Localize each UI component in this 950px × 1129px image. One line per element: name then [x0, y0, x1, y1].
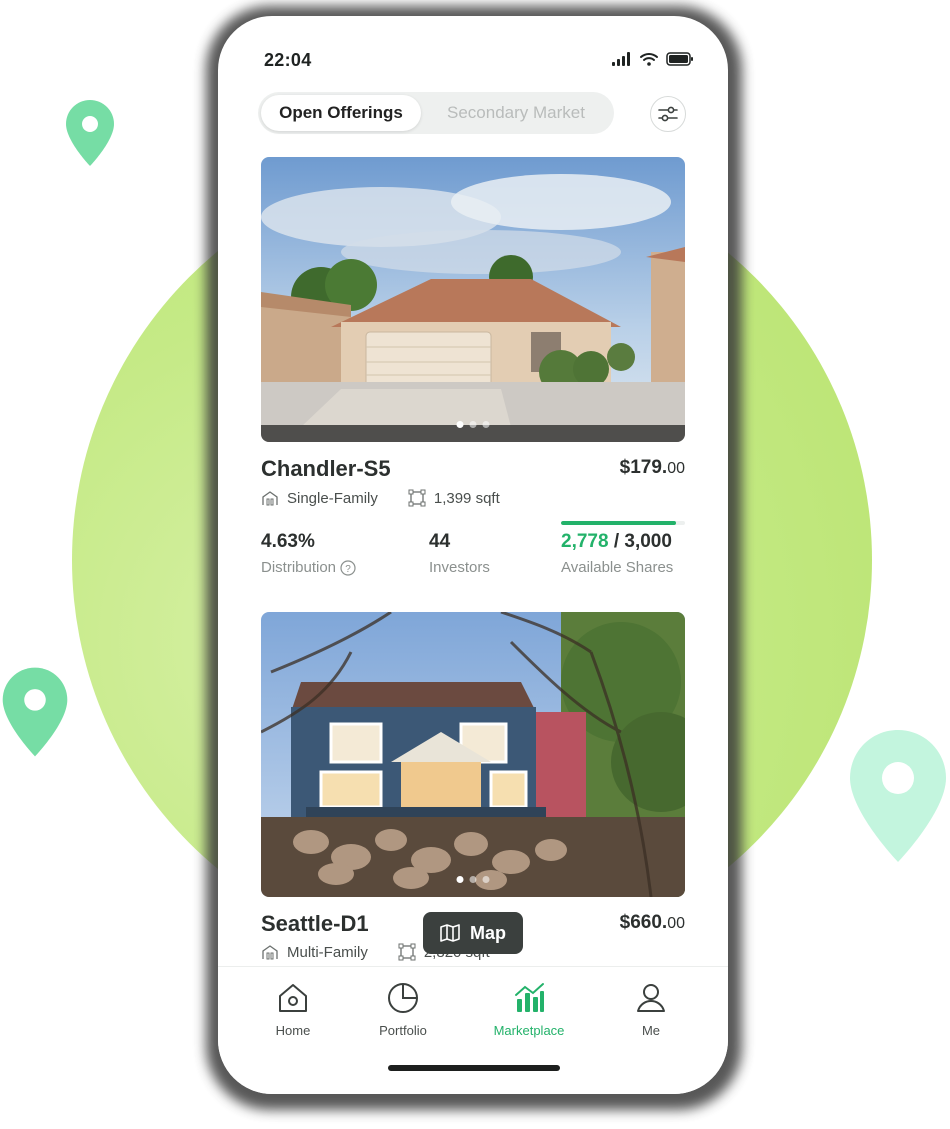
map-button[interactable]: Map: [423, 912, 523, 954]
listing-meta: Single-Family 1,399 sqft: [261, 489, 530, 507]
listing-price: $179.00: [620, 457, 685, 479]
investors-stat: 44 Investors: [429, 531, 490, 576]
shares-stat: 2,778 / 3,000 Available Shares: [561, 531, 673, 576]
property-type: Multi-Family: [287, 943, 368, 961]
map-button-label: Map: [470, 922, 506, 943]
pager-dot[interactable]: [456, 876, 464, 883]
phone-screen: 22:04 Open Offerings Secondary Market Ch…: [218, 16, 728, 1094]
listing-card[interactable]: Chandler-S5 $179.00 Single-Family 1,399: [261, 157, 685, 576]
pager-dot[interactable]: [456, 421, 464, 428]
location-pin-icon: [0, 664, 70, 760]
listing-photo[interactable]: [261, 157, 685, 442]
tab-portfolio-label: Portfolio: [379, 1023, 427, 1038]
user-icon: [637, 984, 665, 1012]
area-icon: [398, 943, 416, 961]
tab-me[interactable]: Me: [606, 981, 696, 1038]
status-time: 22:04: [264, 50, 312, 70]
tab-home[interactable]: Home: [248, 981, 338, 1038]
investors-label: Investors: [429, 559, 490, 576]
area-icon: [408, 489, 426, 507]
shares-progress-fill: [561, 521, 676, 525]
filter-button[interactable]: [650, 96, 686, 132]
tab-secondary-market[interactable]: Secondary Market: [421, 95, 611, 131]
tab-marketplace-label: Marketplace: [493, 1023, 565, 1038]
location-pin-icon: [846, 726, 950, 866]
shares-progress-bar: [561, 521, 685, 525]
investors-value: 44: [429, 531, 451, 552]
price-whole: $660.: [619, 912, 668, 933]
svg-text:?: ?: [345, 564, 351, 575]
building-icon: [262, 945, 278, 960]
tab-open-offerings[interactable]: Open Offerings: [261, 95, 421, 131]
price-whole: $179.: [619, 457, 668, 478]
distribution-value: 4.63%: [261, 531, 315, 552]
pager-dot[interactable]: [469, 876, 477, 883]
photo-pager[interactable]: [456, 876, 490, 883]
house-photo-image: [261, 612, 685, 897]
available-shares-label: Available Shares: [561, 559, 674, 576]
listing-price: $660.00: [620, 912, 685, 934]
total-shares: / 3,000: [613, 531, 672, 552]
distribution-label: Distribution: [261, 559, 337, 576]
location-pin-icon: [64, 98, 116, 168]
distribution-stat: 4.63% Distribution ?: [261, 531, 356, 576]
price-cents: 00: [667, 460, 685, 477]
listing-name: Chandler-S5: [261, 456, 391, 481]
map-icon: [440, 924, 460, 942]
tab-me-label: Me: [641, 1023, 661, 1038]
tab-portfolio[interactable]: Portfolio: [358, 981, 448, 1038]
pager-dot[interactable]: [482, 421, 490, 428]
status-icons: [612, 52, 694, 66]
available-shares: 2,778: [561, 531, 609, 552]
listing-photo[interactable]: [261, 612, 685, 897]
wifi-icon: [640, 53, 658, 66]
bottom-tab-bar: Home Portfolio Marketplace Me: [218, 966, 728, 1094]
property-type: Single-Family: [287, 489, 378, 507]
house-photo-image: [261, 157, 685, 442]
listing-name: Seattle-D1: [261, 911, 369, 936]
bar-chart-icon: [515, 983, 544, 1012]
sliders-icon: [658, 106, 678, 122]
pager-dot[interactable]: [482, 876, 490, 883]
price-cents: 00: [667, 915, 685, 932]
pie-chart-icon: [388, 983, 418, 1013]
home-icon: [279, 984, 307, 1012]
status-bar: 22:04: [218, 16, 728, 96]
pager-dot[interactable]: [469, 421, 477, 428]
home-indicator[interactable]: [388, 1065, 560, 1071]
photo-pager[interactable]: [456, 421, 490, 428]
offerings-segmented-control: Open Offerings Secondary Market: [258, 92, 614, 134]
tab-marketplace[interactable]: Marketplace: [484, 981, 574, 1038]
building-icon: [262, 491, 278, 506]
tab-home-label: Home: [275, 1023, 311, 1038]
property-area: 1,399 sqft: [433, 489, 500, 507]
signal-icon: [612, 52, 630, 66]
help-icon[interactable]: ?: [340, 559, 356, 576]
battery-icon: [666, 52, 693, 66]
